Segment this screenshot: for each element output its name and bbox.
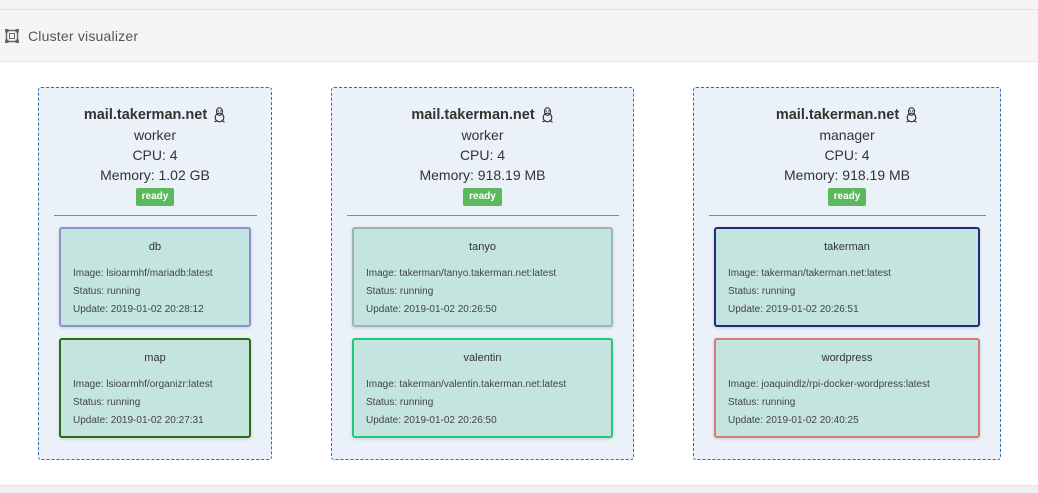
- linux-icon: [905, 107, 918, 123]
- node-card: mail.takerman.net worker CPU: 4 Memory: …: [331, 87, 634, 460]
- node-divider: [709, 215, 986, 216]
- task-status: Status: running: [728, 286, 796, 297]
- panel-header: Cluster visualizer: [0, 10, 1038, 62]
- task-image: Image: takerman/valentin.takerman.net:la…: [366, 379, 567, 390]
- node-info: mail.takerman.net worker CPU: 4 Memory: …: [332, 88, 633, 206]
- node-hostname: mail.takerman.net: [775, 107, 900, 123]
- node-role: worker: [133, 127, 176, 143]
- task-status: Status: running: [73, 286, 141, 297]
- node-role: manager: [819, 127, 875, 143]
- task-status: Status: running: [73, 397, 141, 408]
- task-name: valentin: [463, 352, 502, 364]
- task-update: Update: 2019-01-02 20:27:31: [73, 415, 204, 426]
- task-card[interactable]: db Image: lsioarmhf/mariadb:latest Statu…: [59, 227, 251, 327]
- task-card[interactable]: wordpress Image: joaquindlz/rpi-docker-w…: [714, 338, 980, 438]
- task-image: Image: takerman/takerman.net:latest: [728, 268, 891, 279]
- task-update: Update: 2019-01-02 20:26:51: [728, 304, 859, 315]
- linux-icon: [541, 107, 554, 123]
- task-card[interactable]: tanyo Image: takerman/tanyo.takerman.net…: [352, 227, 613, 327]
- node-memory: Memory: 918.19 MB: [783, 167, 911, 183]
- node-hostname: mail.takerman.net: [83, 107, 208, 123]
- status-badge: ready: [135, 188, 175, 206]
- node-cpu: CPU: 4: [459, 147, 506, 163]
- page-title: Cluster visualizer: [28, 27, 139, 44]
- node-role: worker: [461, 127, 504, 143]
- task-image: Image: joaquindlz/rpi-docker-wordpress:l…: [728, 379, 930, 390]
- linux-icon: [213, 107, 226, 123]
- task-update: Update: 2019-01-02 20:26:50: [366, 304, 497, 315]
- task-name: map: [144, 352, 166, 364]
- status-badge: ready: [827, 188, 867, 206]
- node-memory: Memory: 918.19 MB: [419, 167, 546, 183]
- task-status: Status: running: [728, 397, 796, 408]
- task-name: wordpress: [821, 352, 873, 364]
- status-badge: ready: [463, 188, 502, 206]
- node-cpu: CPU: 4: [132, 147, 178, 163]
- task-card[interactable]: valentin Image: takerman/valentin.takerm…: [352, 338, 613, 438]
- node-cpu: CPU: 4: [824, 147, 870, 163]
- task-image: Image: lsioarmhf/mariadb:latest: [73, 268, 213, 279]
- task-status: Status: running: [366, 286, 434, 297]
- node-divider: [347, 215, 619, 216]
- task-update: Update: 2019-01-02 20:28:12: [73, 304, 204, 315]
- task-name: tanyo: [469, 241, 496, 253]
- task-image: Image: takerman/tanyo.takerman.net:lates…: [366, 268, 557, 279]
- task-card[interactable]: takerman Image: takerman/takerman.net:la…: [714, 227, 980, 327]
- cluster-icon: [5, 28, 19, 43]
- task-image: Image: lsioarmhf/organizr:latest: [73, 379, 213, 390]
- task-card[interactable]: map Image: lsioarmhf/organizr:latest Sta…: [59, 338, 251, 438]
- node-info: mail.takerman.net manager CPU: 4 Memory:…: [694, 88, 1000, 206]
- node-divider: [54, 215, 257, 216]
- task-update: Update: 2019-01-02 20:40:25: [728, 415, 859, 426]
- node-card: mail.takerman.net worker CPU: 4 Memory: …: [38, 87, 272, 460]
- task-update: Update: 2019-01-02 20:26:50: [366, 415, 497, 426]
- node-info: mail.takerman.net worker CPU: 4 Memory: …: [39, 88, 271, 206]
- node-memory: Memory: 1.02 GB: [100, 167, 210, 183]
- node-hostname: mail.takerman.net: [411, 107, 535, 123]
- task-status: Status: running: [366, 397, 434, 408]
- bottom-strip: [0, 485, 1038, 493]
- top-strip: [0, 0, 1038, 10]
- task-name: takerman: [824, 241, 870, 253]
- task-name: db: [148, 241, 162, 253]
- node-card: mail.takerman.net manager CPU: 4 Memory:…: [693, 87, 1001, 460]
